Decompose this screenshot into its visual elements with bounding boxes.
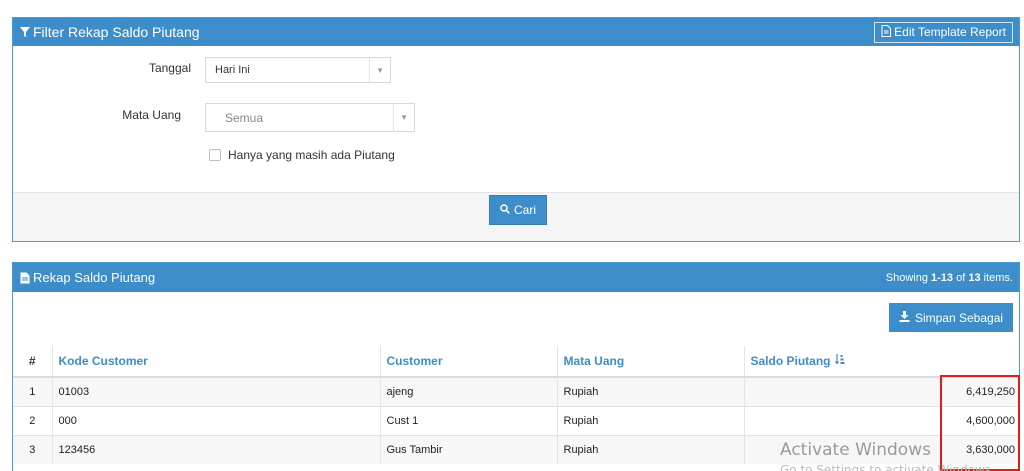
- kode-customer-cell: 123456: [51, 434, 380, 464]
- table-row[interactable]: 1 01003 ajeng Rupiah 6,419,250: [13, 376, 1019, 406]
- filter-panel-header: Filter Rekap Saldo Piutang Edit Template…: [13, 18, 1019, 46]
- customer-cell: Gus Tambir: [379, 434, 557, 464]
- column-header-kode-customer[interactable]: Kode Customer: [51, 346, 380, 378]
- result-panel-title: Rekap Saldo Piutang: [20, 270, 155, 285]
- mata-uang-label: Mata Uang: [122, 108, 181, 122]
- showing-mid: of: [953, 271, 969, 284]
- row-number: 2: [13, 405, 52, 435]
- showing-summary: Showing 1-13 of 13 items.: [886, 272, 1013, 284]
- tanggal-select-value: Hari Ini: [215, 64, 250, 76]
- mata-uang-select-value: Semua: [225, 110, 264, 125]
- tanggal-select[interactable]: Hari Ini ▼: [205, 57, 391, 83]
- download-icon: [899, 310, 910, 325]
- search-button[interactable]: Cari: [489, 195, 547, 225]
- saldo-piutang-cell: 6,419,250: [743, 376, 1019, 406]
- edit-template-button[interactable]: Edit Template Report: [874, 21, 1013, 43]
- sort-icon: [834, 354, 845, 368]
- showing-prefix: Showing: [885, 271, 932, 284]
- row-number: 3: [13, 434, 52, 464]
- edit-template-label: Edit Template Report: [894, 25, 1006, 39]
- filter-panel-title: Filter Rekap Saldo Piutang: [20, 24, 200, 40]
- piutang-checkbox-label: Hanya yang masih ada Piutang: [228, 148, 395, 162]
- kode-customer-cell: 01003: [51, 376, 380, 406]
- showing-suffix: items.: [980, 271, 1013, 284]
- activate-windows-watermark: Activate Windows: [780, 440, 931, 460]
- result-title-text: Rekap Saldo Piutang: [33, 270, 156, 285]
- kode-customer-cell: 000: [51, 405, 380, 435]
- customer-cell: ajeng: [379, 376, 557, 406]
- showing-total: 13: [968, 271, 981, 284]
- column-header-no: #: [13, 346, 52, 378]
- column-header-mata-uang[interactable]: Mata Uang: [556, 346, 744, 378]
- column-header-customer[interactable]: Customer: [379, 346, 557, 378]
- saldo-piutang-header-label: Saldo Piutang: [750, 353, 831, 368]
- document-icon: [881, 24, 892, 40]
- save-as-button[interactable]: Simpan Sebagai: [889, 303, 1013, 332]
- table-row[interactable]: 2 000 Cust 1 Rupiah 4,600,000: [13, 405, 1019, 435]
- saldo-piutang-cell: 4,600,000: [743, 405, 1019, 435]
- activate-windows-subtitle: Go to Settings to activate Windows.: [780, 463, 995, 471]
- showing-range: 1-13: [931, 271, 954, 284]
- caret-down-icon: ▼: [369, 58, 384, 82]
- mata-uang-cell: Rupiah: [556, 376, 744, 406]
- piutang-checkbox-row[interactable]: Hanya yang masih ada Piutang: [209, 148, 395, 162]
- filter-panel: Filter Rekap Saldo Piutang Edit Template…: [12, 17, 1020, 242]
- mata-uang-cell: Rupiah: [556, 434, 744, 464]
- column-header-saldo-piutang[interactable]: Saldo Piutang: [743, 346, 1019, 378]
- caret-down-icon: ▼: [393, 104, 408, 131]
- filter-icon: [20, 27, 30, 37]
- save-as-label: Simpan Sebagai: [914, 310, 1004, 325]
- piutang-checkbox[interactable]: [209, 149, 221, 161]
- row-number: 1: [13, 376, 52, 406]
- tanggal-label: Tanggal: [148, 61, 191, 75]
- result-panel-header: Rekap Saldo Piutang Showing 1-13 of 13 i…: [13, 263, 1019, 292]
- filter-title-text: Filter Rekap Saldo Piutang: [33, 24, 200, 40]
- search-icon: [500, 203, 510, 217]
- customer-cell: Cust 1: [379, 405, 557, 435]
- table-header-row: # Kode Customer Customer Mata Uang Saldo…: [13, 346, 1019, 378]
- file-icon: [20, 272, 30, 284]
- mata-uang-cell: Rupiah: [556, 405, 744, 435]
- search-button-label: Cari: [513, 203, 536, 217]
- mata-uang-select[interactable]: Semua ▼: [205, 103, 415, 132]
